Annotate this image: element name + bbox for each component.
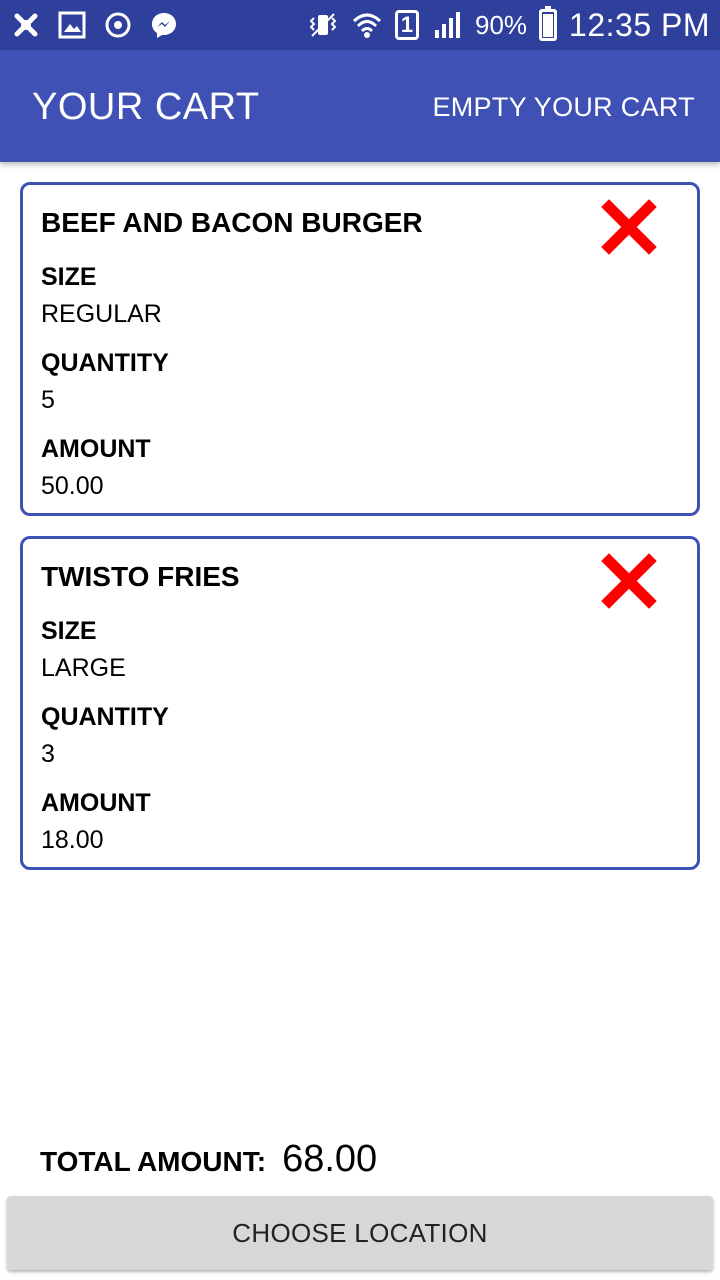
cart-item-card: TWISTO FRIES SIZE LARGE QUANTITY 3 AMOUN… (20, 536, 700, 870)
empty-cart-button[interactable]: EMPTY YOUR CART (432, 92, 695, 123)
app-notification-icon (10, 9, 42, 41)
page-title: YOUR CART (32, 86, 260, 128)
battery-icon (539, 6, 558, 41)
sim-icon: 1 (394, 10, 419, 40)
size-label: SIZE (41, 263, 97, 291)
remove-item-icon[interactable] (601, 553, 657, 609)
clock: 12:35 PM (569, 6, 710, 43)
size-label: SIZE (41, 617, 97, 645)
total-amount-label: TOTAL AMOUNT: (40, 1146, 267, 1177)
item-name: BEEF AND BACON BURGER (41, 207, 423, 238)
amount-value: 50.00 (41, 472, 104, 500)
messenger-icon (148, 9, 180, 41)
quantity-value: 3 (41, 740, 55, 768)
quantity-value: 5 (41, 386, 55, 414)
item-name: TWISTO FRIES (41, 561, 240, 592)
amount-value: 18.00 (41, 826, 104, 854)
wifi-icon (351, 9, 383, 41)
size-value: REGULAR (41, 300, 162, 328)
total-amount-value: 68.00 (282, 1138, 378, 1180)
remove-item-icon[interactable] (601, 199, 657, 255)
signal-icon (431, 9, 463, 41)
sync-icon (102, 9, 134, 41)
cart-item-card: BEEF AND BACON BURGER SIZE REGULAR QUANT… (20, 182, 700, 516)
choose-location-button[interactable]: CHOOSE LOCATION (7, 1196, 713, 1270)
amount-label: AMOUNT (41, 435, 151, 463)
vibrate-icon (307, 9, 339, 41)
quantity-label: QUANTITY (41, 349, 169, 377)
amount-label: AMOUNT (41, 789, 151, 817)
size-value: LARGE (41, 654, 126, 682)
app-bar: YOUR CART EMPTY YOUR CART (0, 50, 720, 162)
quantity-label: QUANTITY (41, 703, 169, 731)
battery-percent: 90% (474, 9, 528, 40)
gallery-icon (56, 9, 88, 41)
total-amount: TOTAL AMOUNT: 68.00 (40, 1138, 377, 1181)
status-bar: 1 90% 12:35 PM (0, 0, 720, 50)
